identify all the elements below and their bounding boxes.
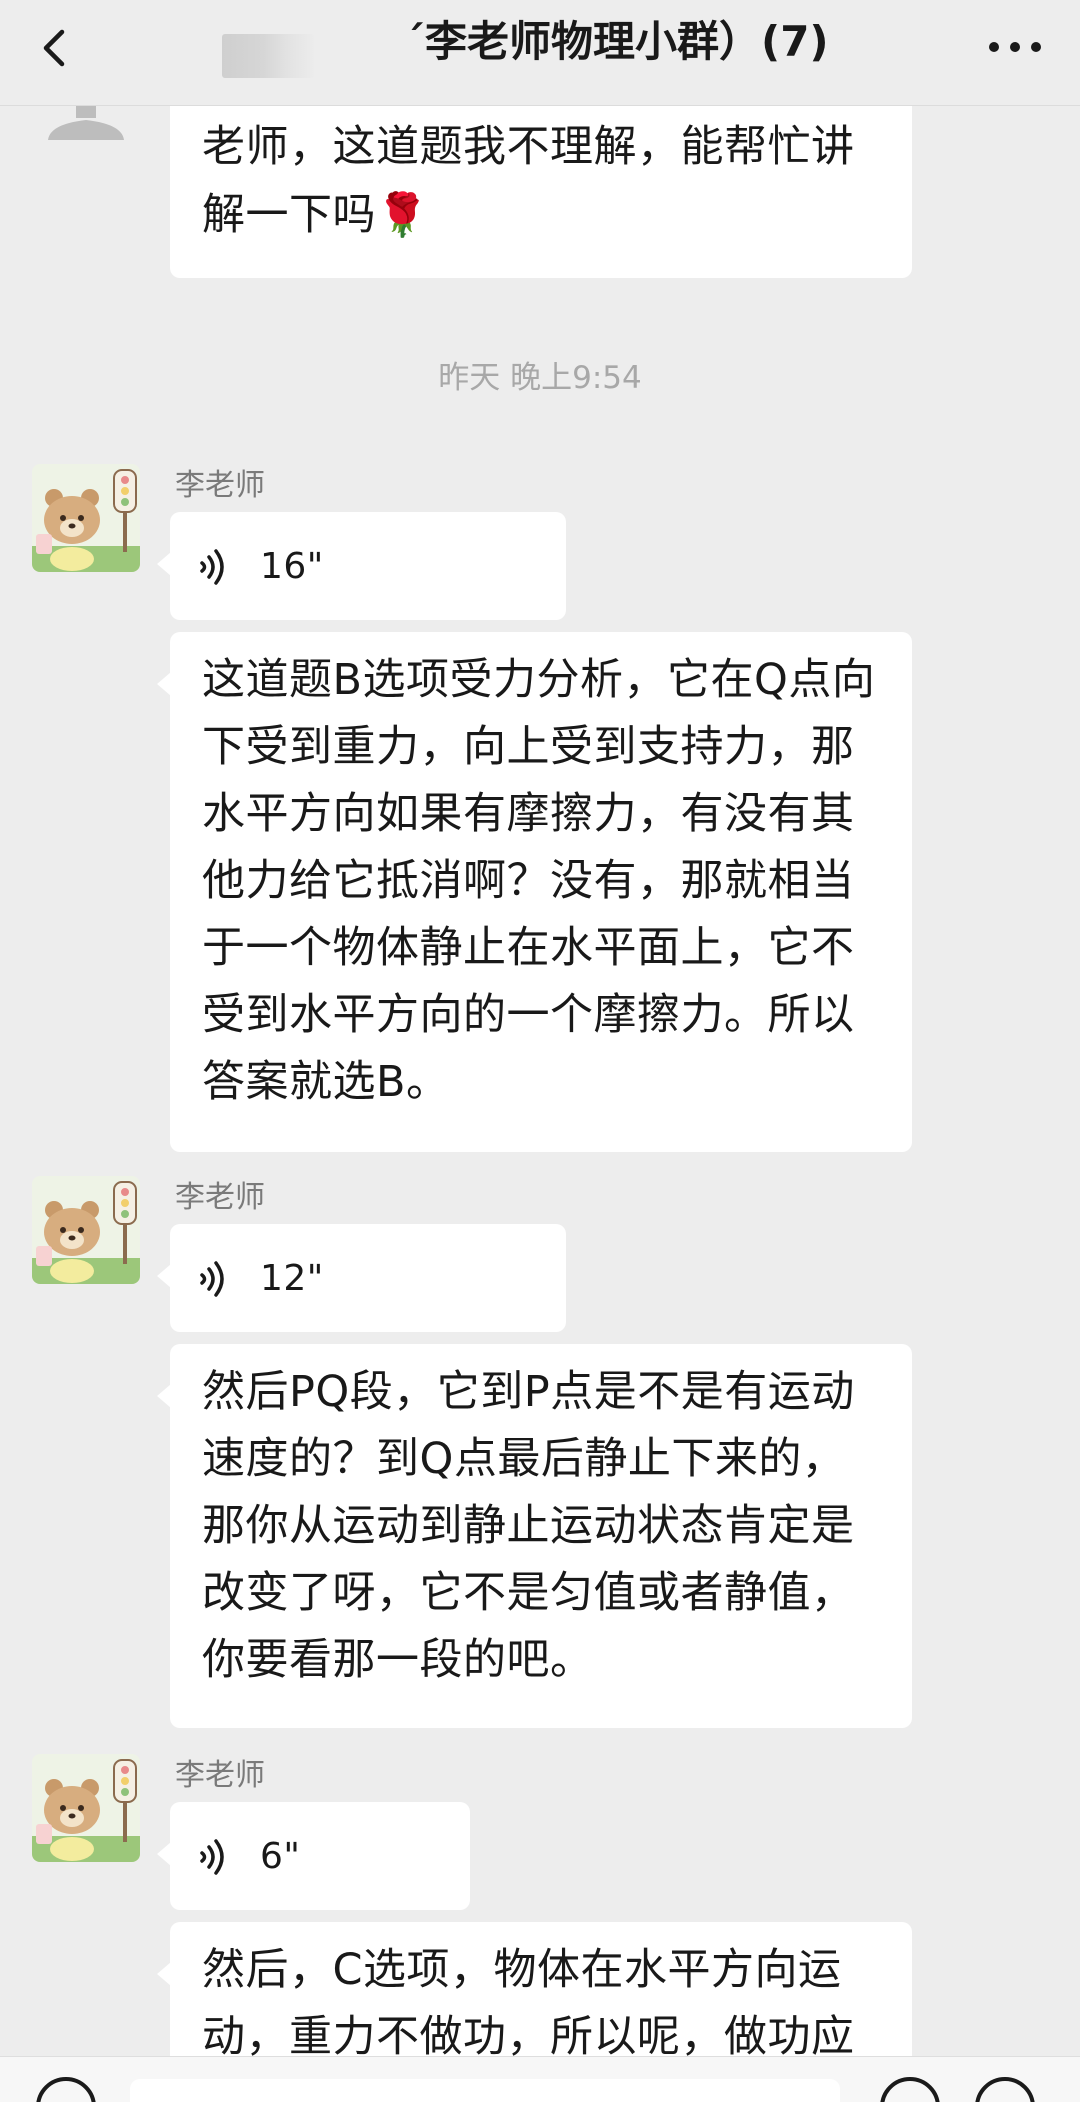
redacted-avatar-block xyxy=(222,34,314,78)
rose-emoji-icon: 🌹 xyxy=(376,190,429,239)
sender-name: 李老师 xyxy=(175,468,265,503)
emoji-icon[interactable] xyxy=(880,2077,940,2102)
voice-toggle-icon[interactable] xyxy=(36,2077,96,2102)
chevron-left-icon xyxy=(43,29,65,67)
bubble-tail xyxy=(157,672,171,696)
message-text: 这道题B选项受力分析，它在Q点向下受到重力，向上受到支持力，那水平方向如果有摩擦… xyxy=(202,655,876,1107)
bubble-tail xyxy=(157,552,171,576)
voice-message-bubble[interactable]: 12" xyxy=(157,1224,566,1332)
more-dots-icon xyxy=(989,42,1041,52)
user-avatar[interactable] xyxy=(46,106,126,140)
message-bubble[interactable]: 这道题B选项受力分析，它在Q点向下受到重力，向上受到支持力，那水平方向如果有摩擦… xyxy=(157,632,912,1152)
voice-wave-icon xyxy=(200,1261,224,1297)
voice-duration: 6" xyxy=(259,1836,301,1877)
bubble-tail xyxy=(157,1264,171,1288)
sender-name: 李老师 xyxy=(175,1180,265,1215)
sender-name: 李老师 xyxy=(175,1758,265,1793)
chat-title: ´李老师物理小群）(7) xyxy=(404,17,829,66)
bubble-tail xyxy=(157,1842,171,1866)
voice-message-bubble[interactable]: 6" xyxy=(157,1802,470,1910)
bubble-tail xyxy=(157,1384,171,1408)
voice-message-bubble[interactable]: 16" xyxy=(157,512,566,620)
more-button[interactable] xyxy=(980,22,1050,72)
back-button[interactable] xyxy=(28,18,88,78)
voice-wave-icon xyxy=(200,1839,224,1875)
timestamp: 昨天 晚上9:54 xyxy=(438,360,642,396)
message-bubble[interactable]: 然后PQ段，它到P点是不是有运动速度的？到Q点最后静止下来的，那你从运动到静止运… xyxy=(157,1344,912,1728)
message-text: 然后，C选项，物体在水平方向运动，重力不做功，所以呢，做功应 xyxy=(202,1945,855,2056)
voice-duration: 16" xyxy=(259,546,324,587)
chat-message-list[interactable]: 老师，这道题我不理解，能帮忙讲解一下吗🌹 昨天 晚上9:54 李老师 16" 这… xyxy=(0,106,1080,2056)
message-text: 然后PQ段，它到P点是不是有运动速度的？到Q点最后静止下来的，那你从运动到静止运… xyxy=(202,1367,855,1685)
message-bubble[interactable]: 然后，C选项，物体在水平方向运动，重力不做功，所以呢，做功应 xyxy=(157,1922,912,2056)
bear-avatar-icon xyxy=(32,1176,140,1284)
message-input[interactable] xyxy=(130,2079,840,2102)
avatar[interactable] xyxy=(32,1176,140,1284)
bear-avatar-icon xyxy=(32,464,140,572)
plus-icon[interactable] xyxy=(975,2077,1035,2102)
voice-wave-icon xyxy=(200,549,224,585)
bear-avatar-icon xyxy=(32,1754,140,1862)
message-text: 老师，这道题我不理解，能帮忙讲解一下吗 xyxy=(202,122,855,240)
chat-input-bar xyxy=(0,2056,1080,2102)
message-bubble[interactable]: 老师，这道题我不理解，能帮忙讲解一下吗🌹 xyxy=(170,106,912,278)
bubble-tail xyxy=(157,1962,171,1986)
chat-header: ´李老师物理小群）(7) xyxy=(0,0,1080,106)
avatar[interactable] xyxy=(32,1754,140,1862)
voice-duration: 12" xyxy=(259,1258,324,1299)
avatar[interactable] xyxy=(32,464,140,572)
